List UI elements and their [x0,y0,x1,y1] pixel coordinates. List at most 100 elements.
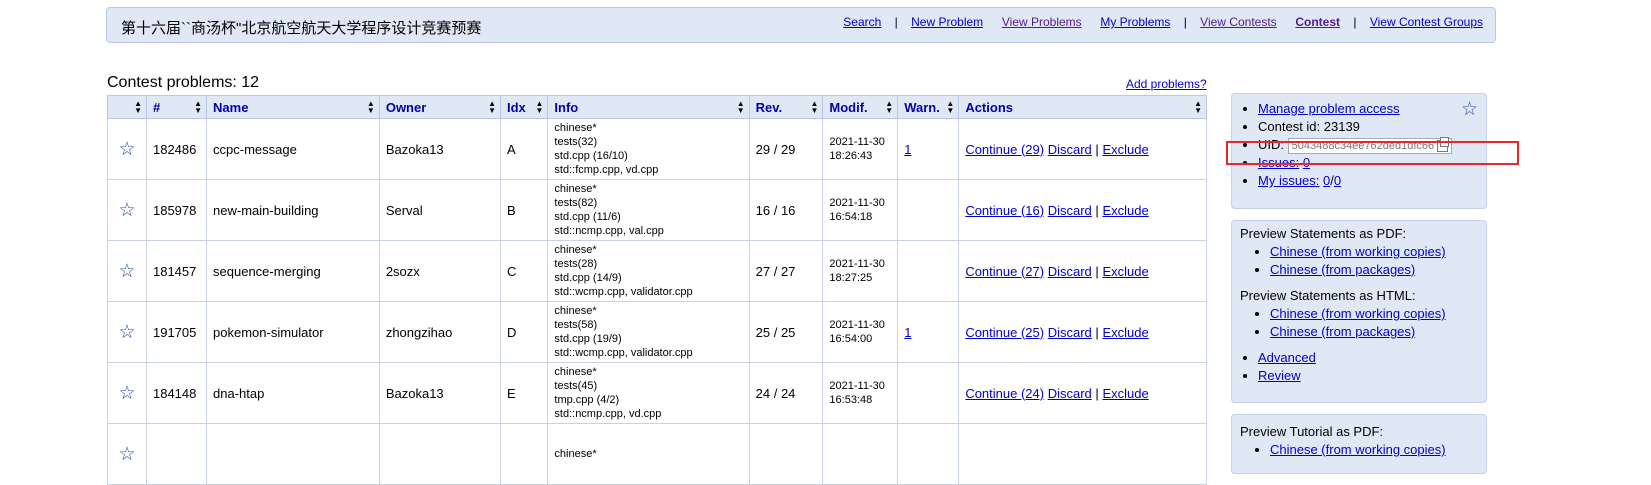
problem-owner: 2sozx [378,240,502,302]
pdf-heading: Preview Statements as PDF: [1240,226,1407,241]
contest-problems-heading: Contest problems: 12 [107,74,260,91]
problem-rev: 27 / 27 [748,240,824,302]
sort-arrows-icon[interactable]: ▲ ▼ [134,100,142,115]
uid-field[interactable]: 5043488c34ee762ded1dfc66 [1287,136,1453,154]
col-owner[interactable]: Owner ▲ ▼ [378,95,502,119]
col-rev[interactable]: Rev. ▲ ▼ [748,95,824,119]
problem-actions: Continue (16) Discard | Exclude [958,179,1207,241]
nav-view-contest-groups[interactable]: View Contest Groups [1370,15,1483,29]
continue-link[interactable]: Continue (27) [965,264,1044,279]
table-row: ☆ 184148 dna-htap Bazoka13 Echinese* tests(45… [107,362,1207,424]
manage-access-link[interactable]: Manage problem access [1258,101,1400,116]
sort-arrows-icon[interactable]: ▲ ▼ [367,100,375,115]
sort-arrows-icon[interactable]: ▲ ▼ [194,100,202,115]
pdf-packages-link[interactable]: Chinese (from packages) [1270,262,1415,277]
info-line: std.cpp (14/9) [554,272,622,284]
info-line: chinese* [554,305,597,317]
nav-contest[interactable]: Contest [1295,15,1340,29]
col-star[interactable]: ▲ ▼ [107,95,147,119]
nav-search[interactable]: Search [843,15,881,29]
sort-arrows-icon[interactable]: ▲ ▼ [885,100,893,115]
nav-separator: | [894,15,898,29]
copy-icon[interactable] [1437,136,1450,152]
info-line: chinese* [554,122,597,134]
col-modif[interactable]: Modif. ▲ ▼ [822,95,899,119]
discard-link[interactable]: Discard [1048,386,1092,401]
col-info[interactable]: Info ▲ ▼ [547,95,750,119]
issues-link[interactable]: Issues: [1258,155,1299,170]
my-issues-total[interactable]: 0 [1334,173,1341,188]
problem-modified: 2021-11-30 16:54:18 [822,179,899,241]
exclude-link[interactable]: Exclude [1102,264,1148,279]
exclude-link[interactable]: Exclude [1102,386,1148,401]
problem-owner: Bazoka13 [378,362,502,424]
discard-link[interactable]: Discard [1048,325,1092,340]
nav-separator: | [1353,15,1357,29]
continue-link[interactable]: Continue (16) [965,203,1044,218]
html-packages-link[interactable]: Chinese (from packages) [1270,324,1415,339]
star-icon[interactable]: ☆ [107,423,147,485]
sort-arrows-icon[interactable]: ▲ ▼ [946,100,954,115]
nav-view-problems[interactable]: View Problems [1002,15,1082,29]
problem-owner: Serval [378,179,502,241]
problem-name: dna-htap [206,362,380,424]
col-idx[interactable]: Idx ▲ ▼ [499,95,549,119]
info-line: std.cpp (16/10) [554,150,628,162]
star-icon[interactable]: ☆ [107,179,147,241]
col-id[interactable]: # ▲ ▼ [145,95,208,119]
advanced-link[interactable]: Advanced [1258,350,1316,365]
continue-link[interactable]: Continue (29) [965,142,1044,157]
info-line: std.cpp (19/9) [554,333,622,345]
sort-arrows-icon[interactable]: ▲ ▼ [1194,100,1202,115]
tutorial-pdf-heading: Preview Tutorial as PDF: [1240,424,1384,439]
table-row: ☆ 185978 new-main-building Serval Bchinese* t… [107,179,1207,241]
col-name[interactable]: Name ▲ ▼ [206,95,380,119]
contest-id: Contest id: 23139 [1258,118,1486,136]
info-line: std.cpp (11/6) [554,211,621,223]
nav-separator: | [1183,15,1187,29]
problem-warnings [897,240,960,302]
warnings-link[interactable]: 1 [904,142,911,157]
sort-arrows-icon[interactable]: ▲ ▼ [810,100,818,115]
nav-view-contests[interactable]: View Contests [1200,15,1276,29]
col-warn[interactable]: Warn. ▲ ▼ [897,95,960,119]
star-icon[interactable]: ☆ [107,301,147,363]
my-issues-link[interactable]: My issues: [1258,173,1319,188]
nav-my-problems[interactable]: My Problems [1100,15,1170,29]
tutorial-working-copies-link[interactable]: Chinese (from working copies) [1270,442,1446,457]
problem-warnings [897,179,960,241]
nav-new-problem[interactable]: New Problem [911,15,983,29]
problem-id: 185978 [145,179,208,241]
discard-link[interactable]: Discard [1048,203,1092,218]
warnings-link[interactable]: 1 [904,325,911,340]
problem-info: chinese* tests(32) std.cpp (16/10) std::fcm… [547,118,750,180]
top-nav: Search | New Problem View Problems My Pr… [843,15,1483,29]
uid-label: UID: [1258,137,1284,152]
issues-count[interactable]: 0 [1303,155,1310,170]
discard-link[interactable]: Discard [1048,264,1092,279]
problem-actions: Continue (25) Discard | Exclude [958,301,1207,363]
pdf-working-copies-link[interactable]: Chinese (from working copies) [1270,244,1446,259]
exclude-link[interactable]: Exclude [1102,142,1148,157]
continue-link[interactable]: Continue (25) [965,325,1044,340]
star-icon[interactable]: ☆ [107,118,147,180]
discard-link[interactable]: Discard [1048,142,1092,157]
problem-warnings [897,362,960,424]
star-icon[interactable]: ☆ [1461,98,1478,121]
exclude-link[interactable]: Exclude [1102,325,1148,340]
exclude-link[interactable]: Exclude [1102,203,1148,218]
problem-name [206,423,380,485]
sort-arrows-icon[interactable]: ▲ ▼ [535,100,543,115]
star-icon[interactable]: ☆ [107,240,147,302]
star-icon[interactable]: ☆ [107,362,147,424]
sort-arrows-icon[interactable]: ▲ ▼ [488,100,496,115]
add-problems-link[interactable]: Add problems? [1126,77,1207,91]
table-row: ☆ chinese* [107,423,1207,485]
problem-info: chinese* tests(45) tmp.cpp (4/2) std::ncmp.… [547,362,750,424]
info-line: std::ncmp.cpp, val.cpp [554,225,664,237]
continue-link[interactable]: Continue (24) [965,386,1044,401]
sort-arrows-icon[interactable]: ▲ ▼ [737,100,745,115]
html-working-copies-link[interactable]: Chinese (from working copies) [1270,306,1446,321]
col-actions[interactable]: Actions ▲ ▼ [958,95,1207,119]
review-link[interactable]: Review [1258,368,1301,383]
